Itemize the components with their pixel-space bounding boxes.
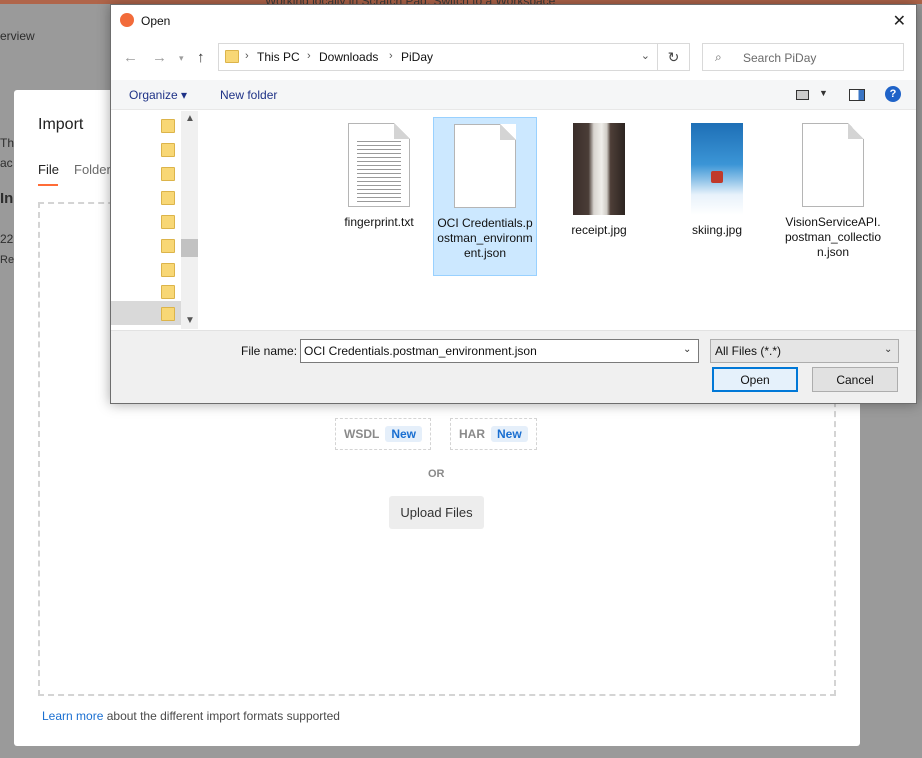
skiing-image-thumbnail — [691, 123, 743, 215]
breadcrumb-downloads[interactable]: Downloads — [319, 50, 378, 64]
open-file-dialog: Open ✕ ← → ▾ ↑ › This PC › Downloads › P… — [110, 4, 917, 404]
file-item-visionservice-json[interactable]: VisionServiceAPI.postman_collection.json — [781, 117, 885, 276]
up-arrow-icon[interactable]: ↑ — [197, 49, 205, 66]
chevron-down-icon[interactable]: ⌄ — [641, 49, 650, 62]
file-name: receipt.jpg — [571, 223, 627, 237]
folder-icon[interactable] — [161, 285, 175, 299]
breadcrumb-piday[interactable]: PiDay — [401, 50, 433, 64]
folder-icon[interactable] — [161, 143, 175, 157]
breadcrumb-this-pc[interactable]: This PC — [257, 50, 300, 64]
json-document-icon — [454, 124, 516, 208]
or-divider-label: OR — [428, 468, 445, 480]
import-modal-title: Import — [38, 116, 84, 133]
new-folder-button[interactable]: New folder — [220, 88, 277, 102]
format-label: WSDL — [344, 427, 380, 441]
help-icon[interactable]: ? — [885, 86, 901, 102]
recent-locations-chevron-icon[interactable]: ▾ — [179, 53, 184, 64]
learn-more-description: about the different import formats suppo… — [106, 709, 340, 723]
format-option-har[interactable]: HAR New — [450, 418, 537, 450]
format-label: HAR — [459, 427, 485, 441]
dialog-title: Open — [141, 14, 171, 28]
folder-icon[interactable] — [161, 191, 175, 205]
side-text-fragment: ac — [0, 156, 13, 170]
cancel-button[interactable]: Cancel — [812, 367, 898, 392]
file-item-fingerprint-txt[interactable]: fingerprint.txt — [327, 117, 431, 276]
scroll-up-arrow-icon[interactable]: ▲ — [185, 113, 195, 124]
navigation-pane: ▲ ▼ — [111, 111, 198, 329]
preview-pane-icon[interactable] — [849, 89, 865, 101]
side-text-fragment: In — [0, 190, 14, 207]
scroll-down-arrow-icon[interactable]: ▼ — [185, 315, 195, 326]
folder-icon[interactable] — [161, 239, 175, 253]
side-text-fragment: 22 — [0, 232, 14, 246]
search-icon: ⌕ — [715, 50, 722, 64]
side-text-fragment: Th — [0, 136, 15, 150]
chevron-down-icon[interactable]: ▼ — [819, 88, 828, 98]
new-badge: New — [385, 426, 423, 442]
folder-icon[interactable] — [161, 263, 175, 277]
upload-files-button[interactable]: Upload Files — [389, 496, 484, 529]
dialog-titlebar[interactable]: Open ✕ — [111, 5, 916, 36]
search-placeholder: Search PiDay — [743, 51, 817, 65]
organize-label: Organize — [129, 88, 178, 102]
chevron-down-icon[interactable]: ⌄ — [683, 344, 691, 355]
folder-icon — [225, 50, 239, 63]
folder-icon[interactable] — [161, 119, 175, 133]
file-name-input[interactable]: OCI Credentials.postman_environment.json — [300, 339, 699, 363]
file-list: fingerprint.txt OCI Credentials.postman_… — [199, 111, 916, 329]
file-name-label: File name: — [241, 344, 298, 358]
nav-pane-scrollbar[interactable]: ▲ ▼ — [181, 111, 198, 329]
side-text-fragment: Re — [0, 254, 15, 266]
format-option-wsdl[interactable]: WSDL New — [335, 418, 432, 450]
change-view-icon[interactable] — [796, 90, 809, 100]
back-arrow-icon[interactable]: ← — [123, 49, 138, 66]
chevron-down-icon[interactable]: ⌄ — [884, 344, 892, 355]
navigation-row: ← → ▾ ↑ › This PC › Downloads › PiDay ⌄ … — [111, 41, 916, 75]
overview-tab-fragment: erview — [0, 29, 35, 43]
refresh-icon[interactable]: ↻ — [658, 43, 690, 71]
address-bar[interactable]: › This PC › Downloads › PiDay ⌄ — [218, 43, 658, 71]
file-item-oci-credentials-json[interactable]: OCI Credentials.postman_environment.json — [433, 117, 537, 276]
forward-arrow-icon[interactable]: → — [152, 49, 167, 66]
breadcrumb-chevron-icon[interactable]: › — [307, 50, 311, 62]
breadcrumb-chevron-icon[interactable]: › — [245, 50, 249, 62]
learn-more-text: Learn more about the different import fo… — [42, 709, 340, 723]
file-name: fingerprint.txt — [344, 215, 414, 229]
folder-icon[interactable] — [161, 167, 175, 181]
text-document-icon — [348, 123, 410, 207]
file-name: VisionServiceAPI.postman_collection.json — [784, 215, 882, 259]
file-item-receipt-jpg[interactable]: receipt.jpg — [547, 117, 651, 276]
organize-menu[interactable]: Organize ▾ — [129, 88, 187, 102]
folder-icon[interactable] — [161, 307, 175, 321]
tab-folder[interactable]: Folder — [74, 162, 111, 177]
open-button[interactable]: Open — [712, 367, 798, 392]
learn-more-link[interactable]: Learn more — [42, 709, 103, 723]
file-type-filter-select[interactable]: All Files (*.*) — [710, 339, 899, 363]
dialog-toolbar: Organize ▾ New folder ▼ ? — [111, 80, 916, 110]
new-badge: New — [491, 426, 528, 442]
file-name: OCI Credentials.postman_environment.json — [437, 216, 533, 260]
tab-file[interactable]: File — [38, 162, 59, 177]
dialog-footer: File name: OCI Credentials.postman_envir… — [111, 330, 916, 403]
json-document-icon — [802, 123, 864, 207]
active-tab-indicator — [38, 184, 58, 186]
search-input[interactable]: ⌕ Search PiDay — [702, 43, 904, 71]
file-item-skiing-jpg[interactable]: skiing.jpg — [665, 117, 769, 276]
scrollbar-thumb[interactable] — [181, 239, 198, 257]
folder-icon[interactable] — [161, 215, 175, 229]
postman-logo-icon — [120, 13, 134, 27]
breadcrumb-chevron-icon[interactable]: › — [389, 50, 393, 62]
receipt-image-thumbnail — [573, 123, 625, 215]
file-name: skiing.jpg — [691, 223, 743, 237]
close-icon[interactable]: ✕ — [893, 11, 906, 31]
